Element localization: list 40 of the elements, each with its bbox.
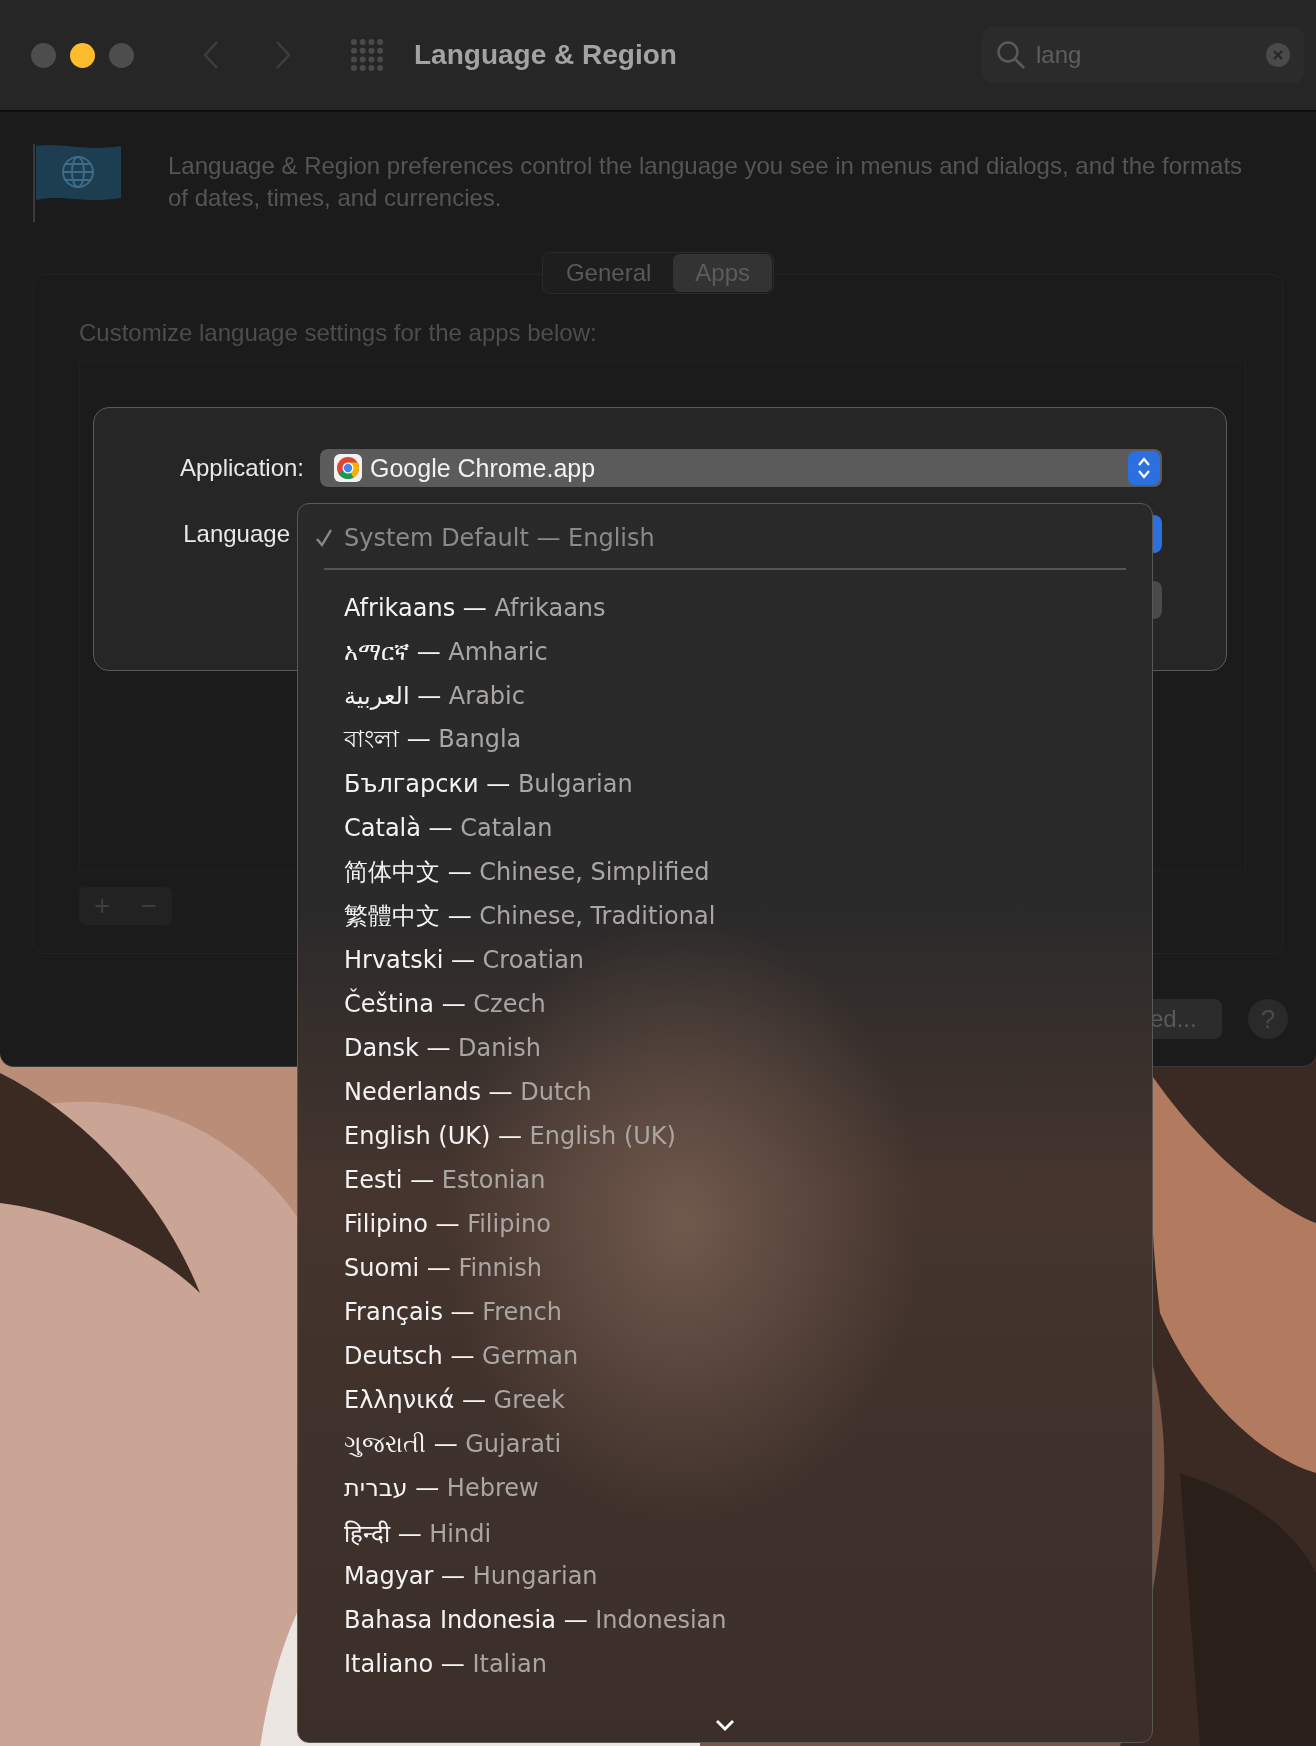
menu-item[interactable]: English (UK) — English (UK) [344, 1122, 676, 1150]
menu-item[interactable]: 繁體中文 — Chinese, Traditional [344, 900, 716, 932]
menu-item[interactable]: हिन्दी — Hindi [344, 1515, 492, 1549]
menu-item[interactable]: 简体中文 — Chinese, Simplified [344, 856, 710, 888]
application-label: Application: [178, 454, 305, 482]
close-button[interactable] [31, 42, 56, 68]
grid-icon[interactable] [350, 38, 384, 72]
menu-item[interactable]: Afrikaans — Afrikaans [344, 594, 606, 622]
menu-item[interactable]: Dansk — Danish [344, 1034, 541, 1062]
zoom-button[interactable] [109, 42, 134, 68]
menu-item[interactable]: Hrvatski — Croatian [344, 946, 585, 974]
menu-item[interactable]: Català — Catalan [344, 814, 553, 842]
menu-item[interactable]: Filipino — Filipino [344, 1210, 551, 1238]
globe-flag-icon [33, 142, 123, 224]
app-icon [334, 454, 362, 482]
stepper-icon [1136, 455, 1152, 481]
menu-item[interactable]: Nederlands — Dutch [344, 1078, 592, 1106]
description-text: Language & Region preferences control the language you see in menus and dialogs, and the formats of dates, times, and currencies. [168, 151, 1244, 213]
scroll-down-icon[interactable] [714, 1718, 736, 1732]
menu-item[interactable]: বাংলা — Bangla [344, 720, 522, 760]
forward-icon[interactable] [274, 40, 292, 70]
language-label: Language [182, 520, 291, 548]
window-title: Language & Region [414, 39, 677, 71]
clear-icon[interactable] [1266, 43, 1290, 67]
minimize-button[interactable] [70, 42, 95, 68]
menu-item[interactable]: ગુજરાતી — Gujarati [344, 1430, 562, 1458]
menu-item[interactable]: Français — French [344, 1298, 562, 1326]
application-popup[interactable]: Google Chrome.app [320, 449, 1162, 487]
menu-item[interactable]: Bahasa Indonesia — Indonesian [344, 1606, 727, 1634]
menu-item[interactable]: Čeština — Czech [344, 990, 546, 1018]
search-icon [996, 40, 1026, 70]
menu-item[interactable]: Suomi — Finnish [344, 1254, 542, 1282]
menu-item[interactable]: Italiano — Italian [344, 1650, 547, 1678]
back-icon[interactable] [202, 40, 220, 70]
menu-item[interactable]: Magyar — Hungarian [344, 1562, 598, 1590]
menu-item[interactable]: Български — Bulgarian [344, 770, 633, 798]
menu-item[interactable]: Eesti — Estonian [344, 1166, 546, 1194]
menu-item[interactable]: አማርኛ — Amharic [344, 638, 548, 666]
menu-item[interactable]: Ελληνικά — Greek [344, 1386, 565, 1414]
menu-item[interactable]: Deutsch — German [344, 1342, 579, 1370]
